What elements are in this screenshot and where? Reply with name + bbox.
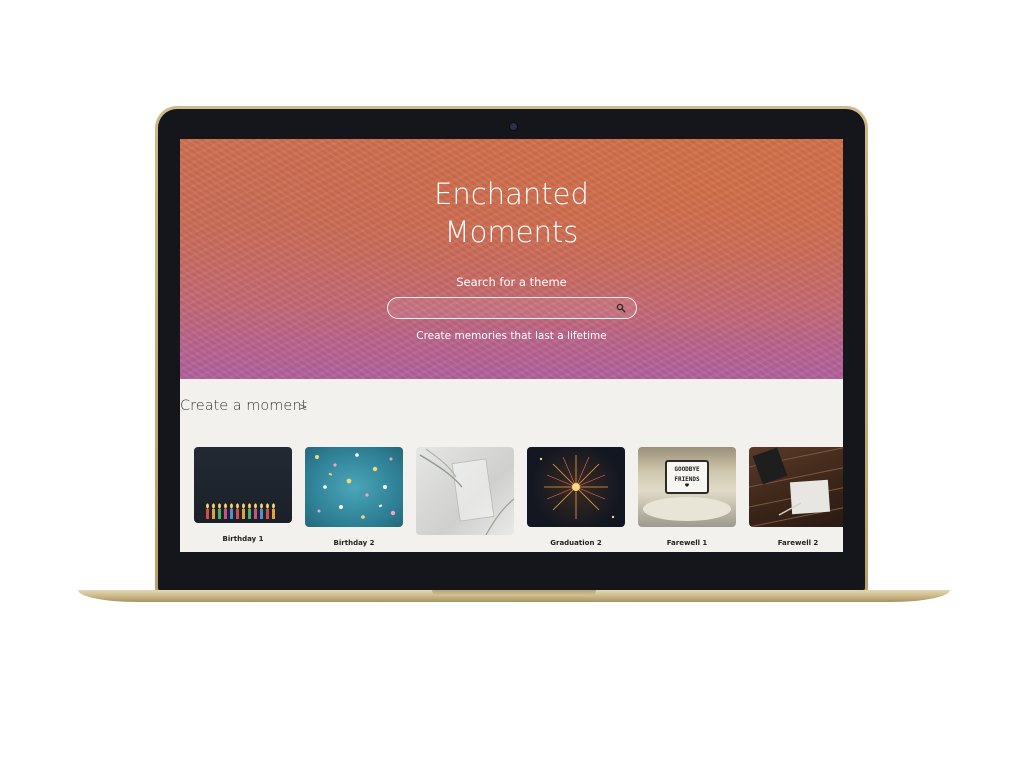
sign-line-2: FRIENDS — [674, 476, 700, 483]
desk-note-image — [749, 447, 843, 527]
hero-tagline: Create memories that last a lifetime — [416, 330, 607, 342]
section-title[interactable]: Create a moment — [180, 398, 307, 414]
glass-leaf-image — [419, 448, 514, 535]
card-label: Graduation 2 — [550, 539, 602, 547]
laptop-mockup: Enchanted Moments Search for a theme Cre… — [0, 0, 1024, 768]
goodbye-sign-image: GOODBYE FRIENDS — [643, 460, 731, 521]
confetti-thumbnail[interactable] — [305, 447, 403, 527]
card-label: Farewell 2 — [777, 539, 819, 547]
candles-image — [206, 503, 275, 519]
hero-title: Enchanted Moments — [180, 175, 843, 251]
desk-note-thumbnail[interactable] — [749, 447, 843, 527]
search-icon[interactable] — [616, 303, 626, 313]
screen: Enchanted Moments Search for a theme Cre… — [180, 139, 843, 552]
birthday-candles-thumbnail[interactable] — [194, 447, 292, 523]
theme-card-graduation-2[interactable]: Graduation 2 — [527, 447, 625, 547]
theme-card-birthday-2[interactable]: Birthday 2 — [305, 447, 403, 547]
theme-card-farewell-2[interactable]: Farewell 2 — [749, 447, 843, 547]
laptop-opening-notch — [432, 590, 596, 596]
hero-title-line-1: Enchanted — [434, 177, 589, 211]
search-label: Search for a theme — [456, 275, 567, 289]
card-label: Birthday 2 — [333, 539, 375, 547]
search-input[interactable] — [398, 300, 608, 316]
confetti-image — [315, 453, 396, 519]
fireworks-image — [539, 455, 615, 519]
webcam-icon — [510, 123, 517, 130]
glass-leaf-thumbnail[interactable] — [416, 447, 514, 535]
chevron-right-icon[interactable]: > — [299, 402, 307, 413]
search-box[interactable] — [387, 297, 637, 319]
sign-line-1: GOODBYE — [674, 466, 700, 473]
goodbye-sign-thumbnail[interactable]: GOODBYE FRIENDS — [638, 447, 736, 527]
fireworks-thumbnail[interactable] — [527, 447, 625, 527]
theme-card-3[interactable] — [416, 447, 514, 547]
card-label: Birthday 1 — [222, 535, 264, 543]
card-label: Farewell 1 — [666, 539, 708, 547]
theme-card-birthday-1[interactable]: Birthday 1 — [194, 447, 292, 543]
hero-title-line-2: Moments — [444, 215, 579, 249]
hero-banner: Enchanted Moments Search for a theme Cre… — [180, 139, 843, 379]
theme-card-farewell-1[interactable]: GOODBYE FRIENDS Farewell 1 — [638, 447, 736, 547]
